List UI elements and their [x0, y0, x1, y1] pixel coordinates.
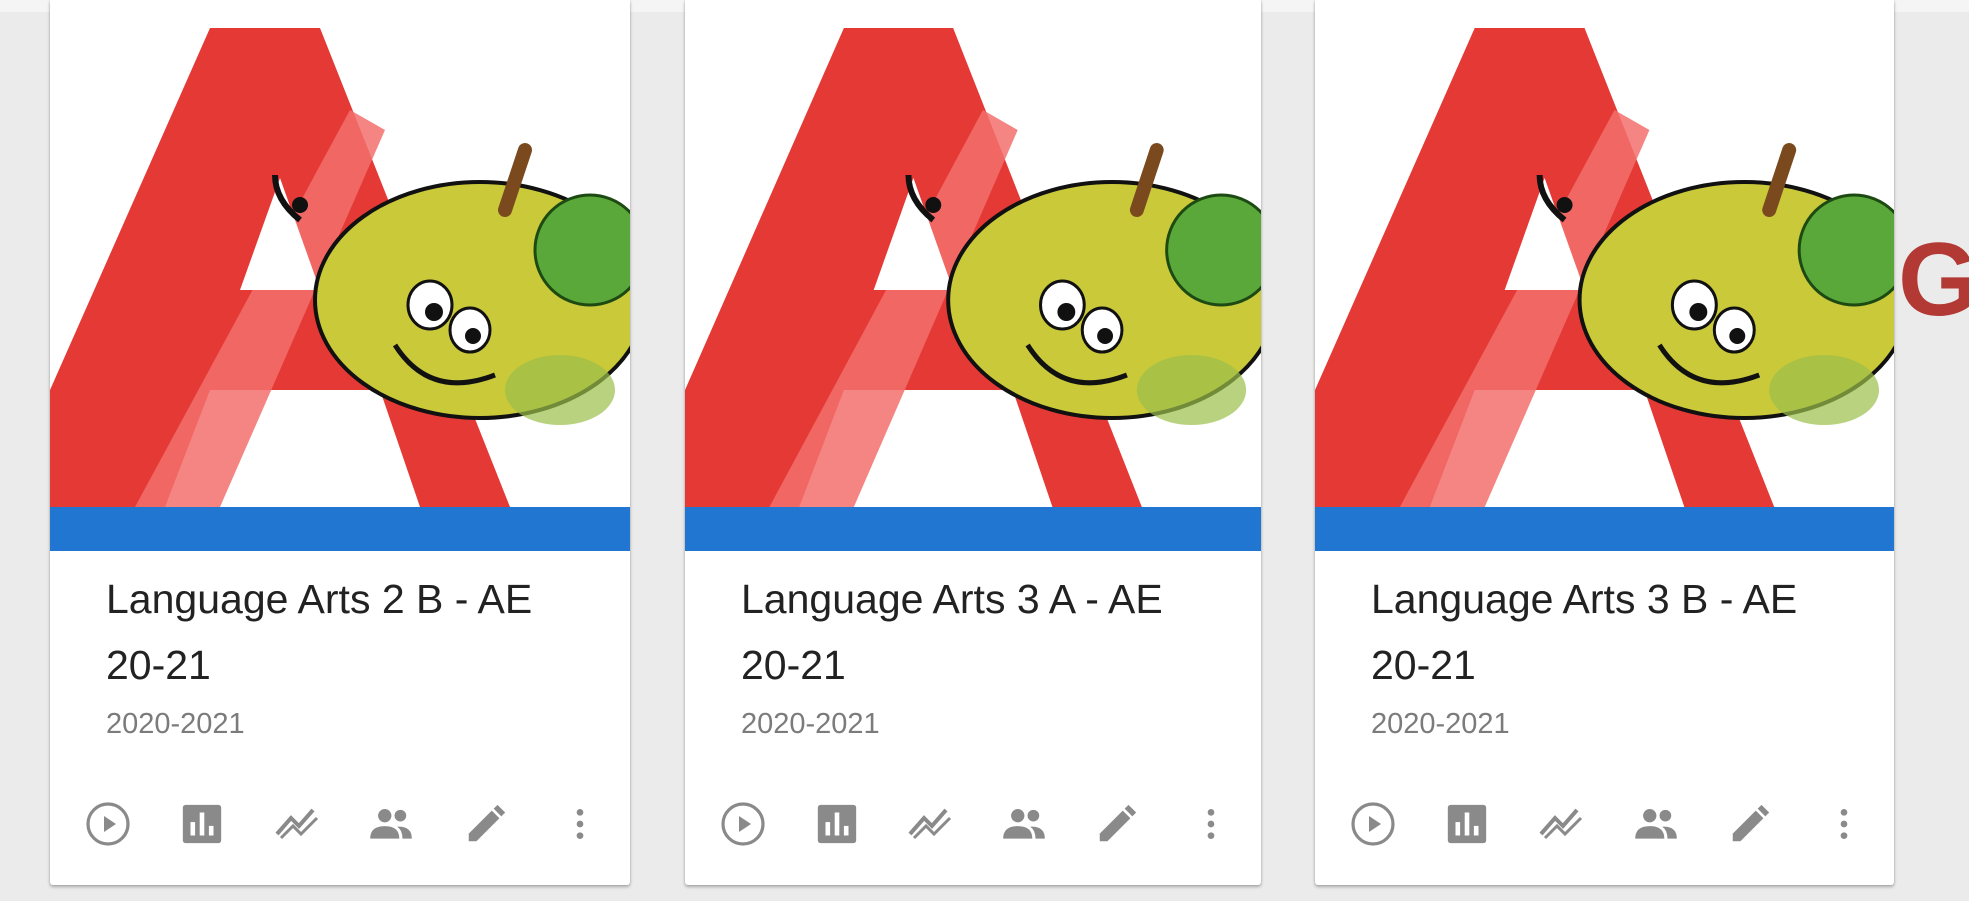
partial-heading: G: [1898, 222, 1969, 338]
letter-a-apple-illustration: [1315, 28, 1894, 507]
bar-chart-icon[interactable]: [1439, 796, 1495, 852]
course-year: 2020-2021: [106, 708, 245, 740]
course-image[interactable]: [1315, 0, 1894, 507]
pencil-icon[interactable]: [458, 796, 514, 852]
accent-bar: [685, 507, 1261, 551]
more-vert-icon[interactable]: [1183, 796, 1239, 852]
pencil-icon[interactable]: [1722, 796, 1778, 852]
people-icon[interactable]: [1628, 796, 1684, 852]
people-icon[interactable]: [363, 796, 419, 852]
card-actions: [715, 796, 1239, 852]
trend-icon[interactable]: [1533, 796, 1589, 852]
course-year: 2020-2021: [741, 708, 880, 740]
pencil-icon[interactable]: [1089, 796, 1145, 852]
trend-icon[interactable]: [269, 796, 325, 852]
course-card[interactable]: Language Arts 2 B - AE 20-21 2020-2021: [50, 0, 630, 885]
bar-chart-icon[interactable]: [809, 796, 865, 852]
letter-a-apple-illustration: [685, 28, 1261, 507]
course-card[interactable]: Language Arts 3 B - AE 20-21 2020-2021: [1315, 0, 1894, 885]
play-circle-icon[interactable]: [715, 796, 771, 852]
course-image[interactable]: [50, 0, 630, 507]
trend-icon[interactable]: [902, 796, 958, 852]
course-title[interactable]: Language Arts 3 B - AE 20-21: [1371, 566, 1811, 698]
people-icon[interactable]: [996, 796, 1052, 852]
card-actions: [1345, 796, 1872, 852]
course-title[interactable]: Language Arts 2 B - AE 20-21: [106, 566, 546, 698]
more-vert-icon[interactable]: [552, 796, 608, 852]
bar-chart-icon[interactable]: [174, 796, 230, 852]
more-vert-icon[interactable]: [1816, 796, 1872, 852]
accent-bar: [1315, 507, 1894, 551]
card-actions: [80, 796, 608, 852]
accent-bar: [50, 507, 630, 551]
letter-a-apple-illustration: [50, 28, 630, 507]
play-circle-icon[interactable]: [1345, 796, 1401, 852]
course-card[interactable]: Language Arts 3 A - AE 20-21 2020-2021: [685, 0, 1261, 885]
course-image[interactable]: [685, 0, 1261, 507]
play-circle-icon[interactable]: [80, 796, 136, 852]
course-title[interactable]: Language Arts 3 A - AE 20-21: [741, 566, 1181, 698]
course-year: 2020-2021: [1371, 708, 1510, 740]
